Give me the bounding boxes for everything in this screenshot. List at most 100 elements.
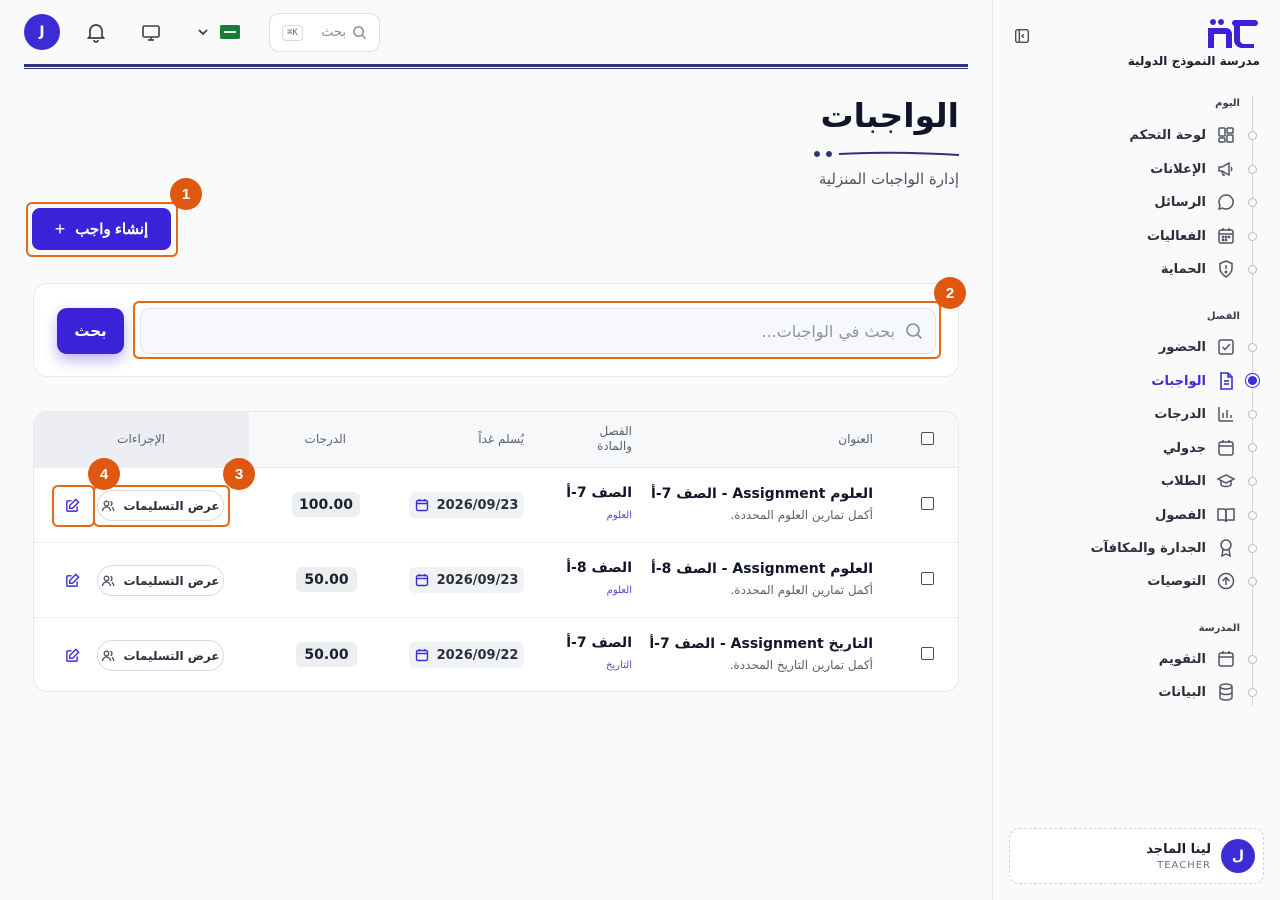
nav-dot xyxy=(1248,511,1257,520)
table-row: العلوم Assignment - الصف 7-أ أكمل تمارين… xyxy=(34,468,958,543)
title-underline-decoration xyxy=(813,148,959,160)
sidebar-item-data[interactable]: البيانات xyxy=(993,677,1236,707)
view-submissions-button[interactable]: عرض التسليمات xyxy=(97,490,224,521)
table-row: التاريخ Assignment - الصف 7-أ أكمل تماري… xyxy=(34,618,958,691)
users-icon xyxy=(101,499,115,513)
annotation-badge-1: 1 xyxy=(170,178,202,210)
monitor-icon[interactable] xyxy=(140,21,162,43)
view-submissions-button[interactable]: عرض التسليمات xyxy=(97,565,224,596)
sidebar-collapse-icon[interactable] xyxy=(1013,27,1031,45)
nav-dot xyxy=(1248,343,1257,352)
page-subtitle: إدارة الواجبات المنزلية xyxy=(818,170,959,188)
assignment-title[interactable]: العلوم Assignment - الصف 7-أ xyxy=(651,486,873,502)
sidebar-item-label: التوصيات xyxy=(1147,573,1206,589)
row-checkbox[interactable] xyxy=(921,497,934,510)
nav-dot xyxy=(1248,477,1257,486)
book-icon xyxy=(1216,505,1236,525)
row-checkbox[interactable] xyxy=(921,572,934,585)
nav-dot xyxy=(1248,443,1257,452)
sidebar-item-label: الطلاب xyxy=(1161,473,1206,489)
sidebar-item-announcements[interactable]: الإعلانات xyxy=(993,154,1236,184)
sidebar-item-merits[interactable]: الجدارة والمكافآت xyxy=(993,533,1236,563)
create-assignment-label: إنشاء واجب xyxy=(75,221,149,238)
sidebar-item-label: البيانات xyxy=(1158,684,1206,700)
page-title: الواجبات xyxy=(820,96,959,135)
global-search-placeholder: بحث xyxy=(321,25,346,40)
sidebar-item-messages[interactable]: الرسائل xyxy=(993,187,1236,217)
check-square-icon xyxy=(1216,337,1236,357)
sidebar-item-label: الجدارة والمكافآت xyxy=(1090,540,1206,556)
header-title: العنوان xyxy=(838,432,873,446)
due-date: 2026/09/22 xyxy=(409,642,524,668)
nav-dot xyxy=(1248,131,1257,140)
assignment-search-placeholder: بحث في الواجبات... xyxy=(761,321,895,341)
sidebar-item-calendar[interactable]: التقويم xyxy=(993,644,1236,674)
school-logo-icon xyxy=(1204,18,1260,48)
view-submissions-button[interactable]: عرض التسليمات xyxy=(97,640,224,671)
annotation-badge-2: 2 xyxy=(934,277,966,309)
calendar-icon xyxy=(1216,226,1236,246)
grade-value: 50.00 xyxy=(296,567,357,592)
search-icon xyxy=(352,25,367,40)
megaphone-icon xyxy=(1216,159,1236,179)
header-class-subject: الفصل والمادة xyxy=(596,424,632,453)
view-submissions-label: عرض التسليمات xyxy=(123,498,220,513)
nav-dot xyxy=(1248,544,1257,553)
users-icon xyxy=(101,574,115,588)
assignment-title[interactable]: العلوم Assignment - الصف 8-أ xyxy=(651,561,873,577)
chat-icon xyxy=(1216,192,1236,212)
sidebar-item-label: جدولي xyxy=(1163,440,1206,456)
global-search[interactable]: بحث K⌘ xyxy=(269,13,380,52)
edit-assignment-button[interactable] xyxy=(56,565,88,596)
edit-icon xyxy=(65,573,80,588)
row-checkbox[interactable] xyxy=(921,647,934,660)
sidebar-item-assignments[interactable]: الواجبات xyxy=(993,366,1236,396)
create-assignment-button[interactable]: إنشاء واجب + xyxy=(32,208,171,250)
sidebar-item-label: الرسائل xyxy=(1154,194,1206,210)
search-icon xyxy=(905,322,923,340)
assignment-description: أكمل تمارين التاريخ المحددة. xyxy=(729,658,873,672)
nav-section-school: المدرسة xyxy=(1198,623,1240,634)
shortcut-hint: K⌘ xyxy=(282,24,303,41)
saudi-flag-icon[interactable] xyxy=(220,25,240,39)
calendar-icon xyxy=(1216,438,1236,458)
nav-dot xyxy=(1248,232,1257,241)
sidebar-item-grades[interactable]: الدرجات xyxy=(993,399,1236,429)
calendar-icon xyxy=(415,573,429,587)
edit-assignment-button[interactable] xyxy=(56,490,88,521)
sidebar-item-timetable[interactable]: جدولي xyxy=(993,433,1236,463)
sidebar-item-dashboard[interactable]: لوحة التحكم xyxy=(993,120,1236,150)
sidebar-item-events[interactable]: الفعاليات xyxy=(993,221,1236,251)
document-icon xyxy=(1216,371,1236,391)
assignment-title[interactable]: التاريخ Assignment - الصف 7-أ xyxy=(649,636,873,652)
edit-icon xyxy=(65,498,80,513)
user-card[interactable]: ل لينا الماجد TEACHER xyxy=(1009,828,1264,884)
profile-avatar-button[interactable]: J xyxy=(24,14,60,50)
select-all-checkbox[interactable] xyxy=(921,432,934,445)
edit-assignment-button[interactable] xyxy=(56,640,88,671)
assignment-description: أكمل تمارين العلوم المحددة. xyxy=(730,508,873,522)
graduation-cap-icon xyxy=(1216,471,1236,491)
nav-section-today: اليوم xyxy=(1215,98,1240,109)
view-submissions-label: عرض التسليمات xyxy=(123,648,220,663)
bell-icon[interactable] xyxy=(85,21,107,43)
due-date: 2026/09/23 xyxy=(409,492,524,518)
nav-dot xyxy=(1248,655,1257,664)
chevron-down-icon[interactable] xyxy=(195,24,211,40)
sidebar-item-safeguarding[interactable]: الحماية xyxy=(993,254,1236,284)
sidebar-item-label: الفعاليات xyxy=(1146,228,1206,244)
database-icon xyxy=(1216,682,1236,702)
sidebar-item-students[interactable]: الطلاب xyxy=(993,466,1236,496)
grade-value: 50.00 xyxy=(296,642,357,667)
due-date: 2026/09/23 xyxy=(409,567,524,593)
sidebar-item-label: الحضور xyxy=(1158,339,1206,355)
sidebar-item-referrals[interactable]: التوصيات xyxy=(993,566,1236,596)
search-button[interactable]: بحث xyxy=(57,308,124,354)
sidebar-item-classes[interactable]: الفصول xyxy=(993,500,1236,530)
assignment-search-input[interactable]: بحث في الواجبات... xyxy=(140,308,936,354)
header-due: يُسلم غداً xyxy=(478,432,524,446)
subject-name: التاريخ xyxy=(606,660,632,671)
edit-icon xyxy=(65,648,80,663)
user-name: لينا الماجد xyxy=(1146,841,1211,857)
sidebar-item-attendance[interactable]: الحضور xyxy=(993,332,1236,362)
